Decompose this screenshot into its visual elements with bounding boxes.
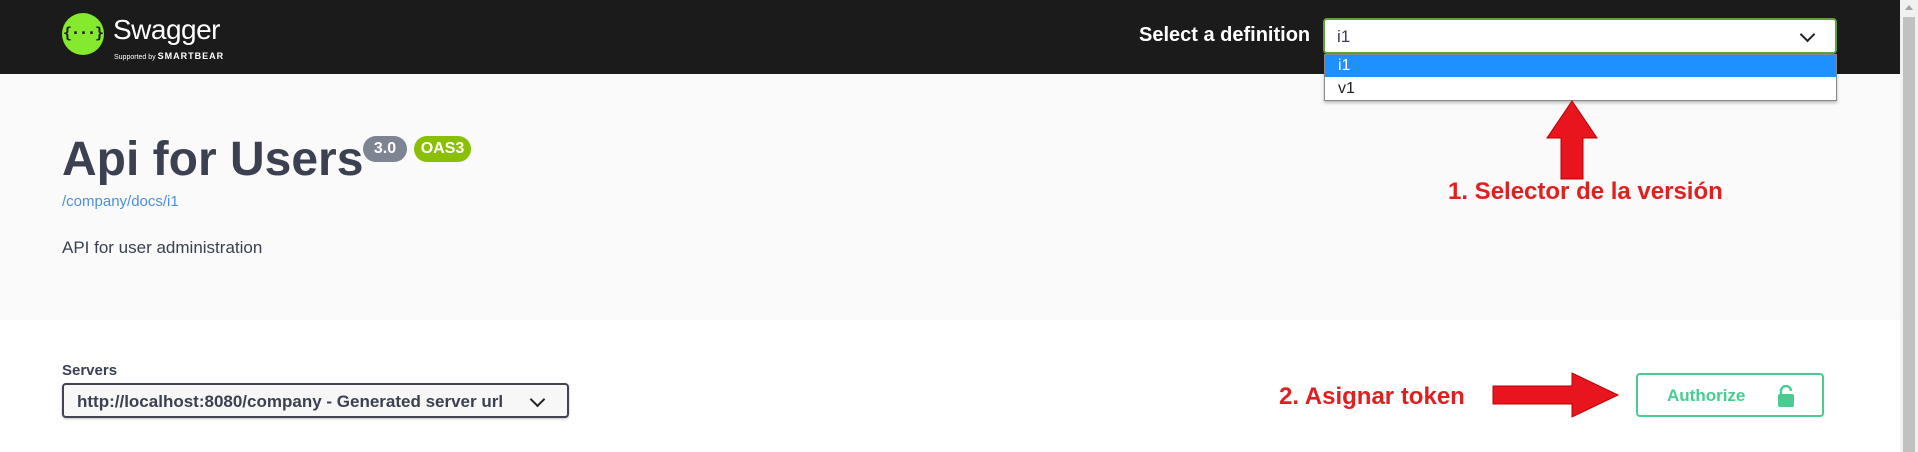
arrow-right-icon: [1492, 372, 1620, 418]
version-selector-note: 1. Selector de la versión: [1448, 178, 1723, 205]
logo-glyph: {···}: [62, 24, 104, 42]
definition-dropdown-list: i1 v1: [1324, 54, 1837, 101]
authorize-button[interactable]: Authorize: [1636, 373, 1824, 417]
docs-path-link[interactable]: /company/docs/i1: [62, 193, 179, 210]
servers-label: Servers: [62, 362, 118, 379]
brand-tagline-company: SMARTBEAR: [157, 51, 225, 61]
api-title: Api for Users: [62, 133, 364, 186]
vertical-scrollbar[interactable]: [1900, 0, 1918, 452]
lock-icon: [1778, 385, 1794, 407]
definition-option-i1[interactable]: i1: [1325, 55, 1836, 77]
brand-name[interactable]: Swagger: [113, 14, 221, 46]
api-description: API for user administration: [62, 238, 263, 257]
server-select-value: http://localhost:8080/company - Generate…: [77, 392, 504, 411]
scrollbar-thumb[interactable]: [1903, 17, 1915, 452]
scroll-up-icon[interactable]: [1905, 5, 1913, 10]
arrow-up-icon: [1546, 100, 1598, 180]
definition-select[interactable]: i1: [1323, 18, 1837, 54]
server-select[interactable]: http://localhost:8080/company - Generate…: [62, 383, 569, 418]
version-badge: 3.0: [363, 136, 407, 162]
brand-tagline: Supported by SMARTBEAR: [114, 51, 224, 61]
assign-token-note: 2. Asignar token: [1279, 383, 1465, 410]
chevron-down-icon: [1799, 26, 1816, 43]
authorize-label: Authorize: [1667, 386, 1746, 405]
swagger-logo-icon[interactable]: {···}: [62, 13, 104, 55]
definition-option-v1[interactable]: v1: [1325, 78, 1836, 100]
brand-tagline-prefix: Supported by: [114, 54, 156, 61]
definition-label: Select a definition: [1139, 24, 1311, 46]
chevron-down-icon: [529, 391, 546, 408]
definition-select-value: i1: [1337, 27, 1351, 46]
oas-badge: OAS3: [414, 136, 471, 162]
